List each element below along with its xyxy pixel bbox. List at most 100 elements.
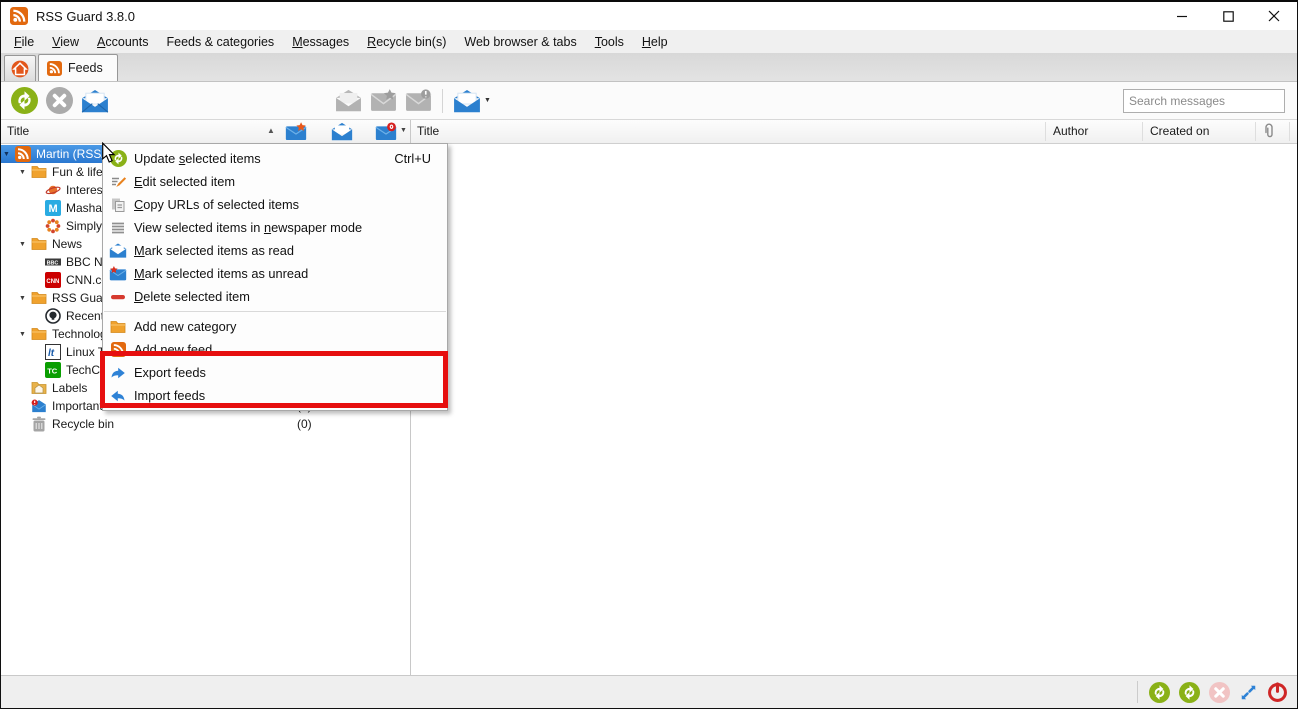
folder-icon xyxy=(31,290,47,306)
column-separator xyxy=(1289,122,1290,141)
mark-selected-unread-button-disabled[interactable] xyxy=(370,89,397,112)
flower-icon xyxy=(45,218,61,234)
expander-icon[interactable]: ▼ xyxy=(19,241,31,248)
tab-home[interactable] xyxy=(4,55,36,81)
tree-item-label: Labels xyxy=(52,381,87,395)
chevron-down-icon: ▼ xyxy=(484,97,491,104)
labels-folder-icon xyxy=(31,380,47,396)
menu-view[interactable]: View xyxy=(43,32,88,52)
column-headers: Title ▲ ▼ Title Author xyxy=(1,119,1297,144)
message-update-icon[interactable] xyxy=(1179,682,1200,703)
header-dropdown-icon[interactable]: ▼ xyxy=(400,127,407,134)
menu-item-copy-urls[interactable]: Copy URLs of selected items xyxy=(103,193,447,216)
stop-icon xyxy=(46,87,73,114)
menu-accounts[interactable]: Accounts xyxy=(88,32,157,52)
expander-icon[interactable]: ▼ xyxy=(19,169,31,176)
expander-icon[interactable]: ▼ xyxy=(3,151,15,158)
created-on-column-header[interactable]: Created on xyxy=(1150,124,1209,138)
mark-all-read-button[interactable] xyxy=(81,87,109,114)
stop-update-button[interactable] xyxy=(46,87,73,114)
feed-update-icon[interactable] xyxy=(1149,682,1170,703)
power-quit-icon[interactable] xyxy=(1267,682,1288,703)
menu-item-update-selected-items[interactable]: Update selected items Ctrl+U xyxy=(103,147,447,170)
feed-list-header: Title ▲ ▼ xyxy=(1,120,411,143)
important-envelope-icon xyxy=(31,398,47,414)
rss-guard-logo-icon xyxy=(10,7,28,25)
stop-disabled-icon[interactable] xyxy=(1209,682,1230,703)
open-envelope-gray-icon xyxy=(335,89,362,112)
feed-title-column-header[interactable]: Title xyxy=(7,124,29,138)
mark-selected-important-button-disabled[interactable] xyxy=(405,89,432,112)
edit-icon xyxy=(110,174,126,190)
menu-help[interactable]: Help xyxy=(633,32,677,52)
planet-icon xyxy=(45,182,61,198)
status-bar xyxy=(1,675,1297,708)
attachment-column-paperclip-icon[interactable] xyxy=(1261,123,1277,140)
tab-feeds[interactable]: Feeds xyxy=(38,54,118,81)
tree-item-count: (0) xyxy=(297,417,312,431)
cnn-icon: CNN xyxy=(45,272,61,288)
mashable-icon: M xyxy=(45,200,61,216)
count-column-envelope-badge-icon[interactable] xyxy=(375,122,397,141)
message-list-panel[interactable] xyxy=(411,144,1297,678)
statusbar-separator xyxy=(1137,681,1138,703)
message-actions-dropdown[interactable]: ▼ xyxy=(453,89,491,113)
linux-today-icon: lt xyxy=(45,344,61,360)
menu-file[interactable]: File xyxy=(5,32,43,52)
svg-text:M: M xyxy=(49,203,58,215)
techcrunch-icon: TC xyxy=(45,362,61,378)
mouse-cursor xyxy=(101,142,116,164)
menu-recycle-bins[interactable]: Recycle bin(s) xyxy=(358,32,455,52)
svg-text:lt: lt xyxy=(48,348,55,359)
envelope-star-icon xyxy=(109,266,127,281)
unread-column-envelope-star-icon[interactable] xyxy=(285,122,307,141)
expander-icon[interactable]: ▼ xyxy=(19,331,31,338)
window-title: RSS Guard 3.8.0 xyxy=(36,9,135,24)
trash-icon xyxy=(31,416,47,432)
minimize-button[interactable] xyxy=(1159,2,1205,30)
title-bar: RSS Guard 3.8.0 xyxy=(1,2,1297,30)
open-envelope-icon xyxy=(81,89,109,113)
menu-tools[interactable]: Tools xyxy=(586,32,633,52)
main-toolbar: ▼ xyxy=(1,82,1297,119)
search-messages-input[interactable] xyxy=(1123,89,1285,113)
app-window: RSS Guard 3.8.0 File View Accounts Feeds… xyxy=(0,0,1298,709)
svg-text:TC: TC xyxy=(47,367,58,376)
menu-item-view-newspaper-mode[interactable]: View selected items in newspaper mode xyxy=(103,216,447,239)
highlight-rectangle xyxy=(100,351,448,408)
read-column-envelope-icon[interactable] xyxy=(331,122,353,141)
menu-separator xyxy=(104,311,446,312)
window-controls xyxy=(1159,2,1297,30)
sort-ascending-icon: ▲ xyxy=(267,126,275,135)
mark-selected-read-button-disabled[interactable] xyxy=(335,89,362,112)
menu-item-mark-read[interactable]: Mark selected items as read xyxy=(103,239,447,262)
menu-item-delete-selected[interactable]: Delete selected item xyxy=(103,285,447,308)
menu-messages[interactable]: Messages xyxy=(283,32,358,52)
bbc-icon: BBC xyxy=(45,254,61,270)
message-title-column-header[interactable]: Title xyxy=(417,124,439,138)
expander-icon[interactable]: ▼ xyxy=(19,295,31,302)
menu-item-mark-unread[interactable]: Mark selected items as unread xyxy=(103,262,447,285)
fullscreen-toggle-icon[interactable] xyxy=(1239,683,1258,702)
toolbar-message-group: ▼ xyxy=(331,89,495,113)
menu-item-add-new-category[interactable]: Add new category xyxy=(103,315,447,338)
author-column-header[interactable]: Author xyxy=(1053,124,1088,138)
update-feeds-button[interactable] xyxy=(11,87,38,114)
column-separator xyxy=(1045,122,1046,141)
tree-item-label: Fun & life xyxy=(52,165,103,179)
menu-web-browser-tabs[interactable]: Web browser & tabs xyxy=(455,32,585,52)
delete-icon xyxy=(110,289,126,305)
maximize-button[interactable] xyxy=(1205,2,1251,30)
svg-text:CNN: CNN xyxy=(46,279,59,285)
message-list-header: Title Author Created on xyxy=(411,120,1297,143)
folder-icon xyxy=(31,326,47,342)
tree-item-recycle-bin[interactable]: Recycle bin (0) xyxy=(1,415,410,433)
close-button[interactable] xyxy=(1251,2,1297,30)
menu-item-edit-selected-item[interactable]: Edit selected item xyxy=(103,170,447,193)
tab-feeds-label: Feeds xyxy=(68,61,103,75)
tree-item-label: Important xyxy=(52,399,103,413)
menu-feeds-categories[interactable]: Feeds & categories xyxy=(157,32,283,52)
toolbar-separator xyxy=(442,89,443,113)
folder-icon xyxy=(31,236,47,252)
tree-item-label: News xyxy=(52,237,82,251)
